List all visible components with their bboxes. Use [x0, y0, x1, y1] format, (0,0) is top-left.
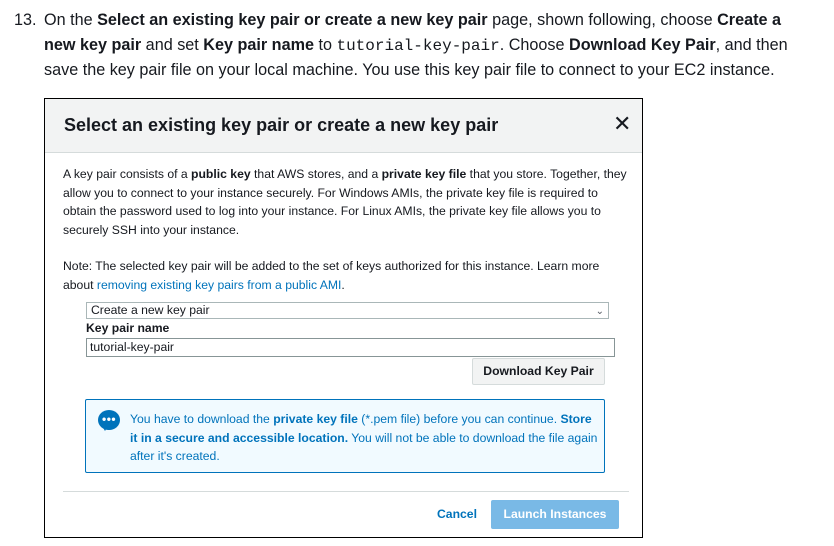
download-key-pair-button[interactable]: Download Key Pair	[472, 358, 605, 385]
dialog-header: Select an existing key pair or create a …	[45, 99, 642, 153]
remove-keys-link[interactable]: removing existing key pairs from a publi…	[97, 278, 342, 292]
dialog-intro: A key pair consists of a public key that…	[63, 167, 627, 237]
close-icon[interactable]: ✕	[613, 113, 631, 135]
chat-bubble-ellipsis-icon: •••	[98, 410, 120, 431]
footer-divider	[63, 491, 629, 492]
info-alert: ••• You have to download the private key…	[85, 399, 605, 473]
key-pair-dialog: Select an existing key pair or create a …	[44, 98, 643, 538]
dialog-title: Select an existing key pair or create a …	[64, 115, 499, 135]
step-text: On the Select an existing key pair or cr…	[44, 11, 788, 79]
step-number: 13.	[14, 11, 37, 29]
cancel-button[interactable]: Cancel	[437, 507, 477, 521]
info-message: You have to download the private key fil…	[130, 412, 598, 463]
key-pair-select[interactable]: Create a new key pair ⌄	[86, 302, 609, 319]
key-name-code: tutorial-key-pair	[336, 36, 500, 55]
key-pair-name-label: Key pair name	[86, 321, 170, 335]
select-value: Create a new key pair	[91, 303, 210, 317]
launch-instances-button[interactable]: Launch Instances	[491, 500, 619, 529]
dialog-note: Note: The selected key pair will be adde…	[63, 259, 600, 292]
chevron-down-icon: ⌄	[595, 306, 604, 317]
key-pair-name-input[interactable]: tutorial-key-pair	[86, 338, 615, 357]
